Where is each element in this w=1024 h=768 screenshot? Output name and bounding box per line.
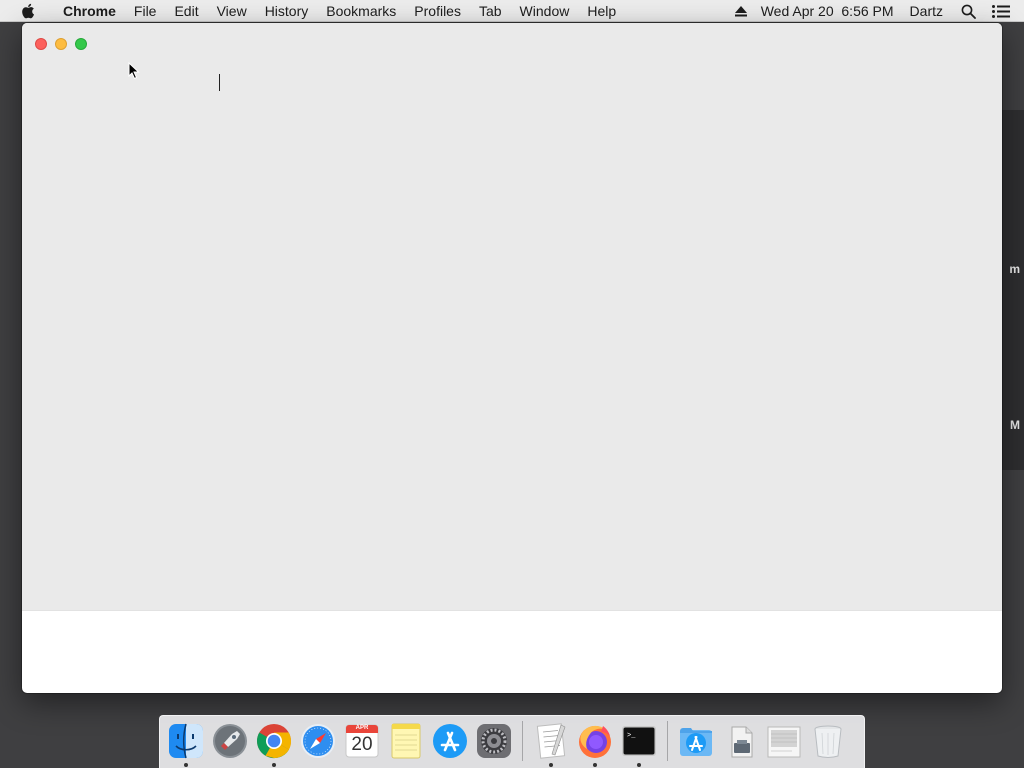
notes-icon [391, 723, 421, 759]
trash-icon [814, 725, 842, 758]
maximize-window-button[interactable] [75, 38, 87, 50]
downloads-stack-icon [731, 726, 753, 758]
menu-bookmarks[interactable]: Bookmarks [317, 0, 405, 22]
menu-tab[interactable]: Tab [470, 0, 511, 22]
finder-icon [169, 723, 203, 759]
notification-center-icon[interactable] [984, 0, 1024, 22]
running-indicator [549, 763, 553, 767]
dock-chrome[interactable] [254, 721, 294, 767]
running-indicator [272, 763, 276, 767]
terminal-prompt: >_ [627, 732, 636, 740]
dock-app-store[interactable] [430, 721, 470, 761]
mouse-pointer-icon [128, 61, 140, 80]
dock-separator [667, 721, 668, 761]
menu-app-name[interactable]: Chrome [54, 0, 125, 22]
dock: APR 20 >_ [159, 715, 865, 768]
dock-trash[interactable] [808, 721, 848, 761]
dock-calendar[interactable]: APR 20 [342, 721, 382, 761]
dock-launchpad[interactable] [210, 721, 250, 761]
calendar-month: APR [355, 725, 369, 731]
dock-finder[interactable] [166, 721, 206, 767]
eject-icon[interactable] [727, 0, 755, 22]
applications-folder-icon [680, 728, 712, 756]
menu-help[interactable]: Help [578, 0, 625, 22]
dock-applications-stack[interactable] [676, 721, 716, 761]
user-name[interactable]: Dartz [900, 0, 953, 22]
dock-system-preferences[interactable] [474, 721, 514, 761]
menu-file[interactable]: File [125, 0, 166, 22]
dock-notes[interactable] [386, 721, 426, 761]
dock-textedit[interactable] [531, 721, 571, 767]
system-preferences-icon [477, 724, 511, 758]
menu-edit[interactable]: Edit [165, 0, 207, 22]
dock-firefox[interactable] [575, 721, 615, 767]
launchpad-icon [213, 724, 247, 758]
dock-downloads-stack[interactable] [720, 721, 760, 761]
firefox-icon [579, 725, 611, 758]
running-indicator [184, 763, 188, 767]
window-content-area[interactable] [22, 23, 1002, 611]
menu-history[interactable]: History [256, 0, 318, 22]
document-stack-icon [767, 726, 801, 758]
safari-icon [301, 724, 335, 758]
textedit-icon [536, 723, 566, 759]
window-controls [35, 38, 87, 50]
background-window-text: m [1009, 262, 1020, 276]
menu-bar-status-area: Wed Apr 20 6:56 PM Dartz [727, 0, 1024, 22]
spotlight-search-icon[interactable] [953, 0, 984, 22]
chrome-icon [257, 724, 292, 759]
running-indicator [637, 763, 641, 767]
menu-view[interactable]: View [208, 0, 256, 22]
menu-profiles[interactable]: Profiles [405, 0, 470, 22]
menu-bar: Chrome File Edit View History Bookmarks … [0, 0, 1024, 22]
clock[interactable]: Wed Apr 20 6:56 PM [755, 0, 900, 22]
apple-icon[interactable] [20, 3, 36, 19]
close-window-button[interactable] [35, 38, 47, 50]
running-indicator [593, 763, 597, 767]
calendar-day: 20 [351, 734, 373, 755]
chrome-window [22, 23, 1002, 693]
dock-safari[interactable] [298, 721, 338, 761]
minimize-window-button[interactable] [55, 38, 67, 50]
dock-document-stack[interactable] [764, 721, 804, 761]
background-window-text: M [1010, 418, 1020, 432]
app-store-icon [433, 724, 467, 758]
dock-terminal[interactable]: >_ [619, 721, 659, 767]
text-caret [219, 74, 220, 91]
terminal-icon: >_ [622, 726, 656, 756]
menu-window[interactable]: Window [511, 0, 579, 22]
dock-separator [522, 721, 523, 761]
